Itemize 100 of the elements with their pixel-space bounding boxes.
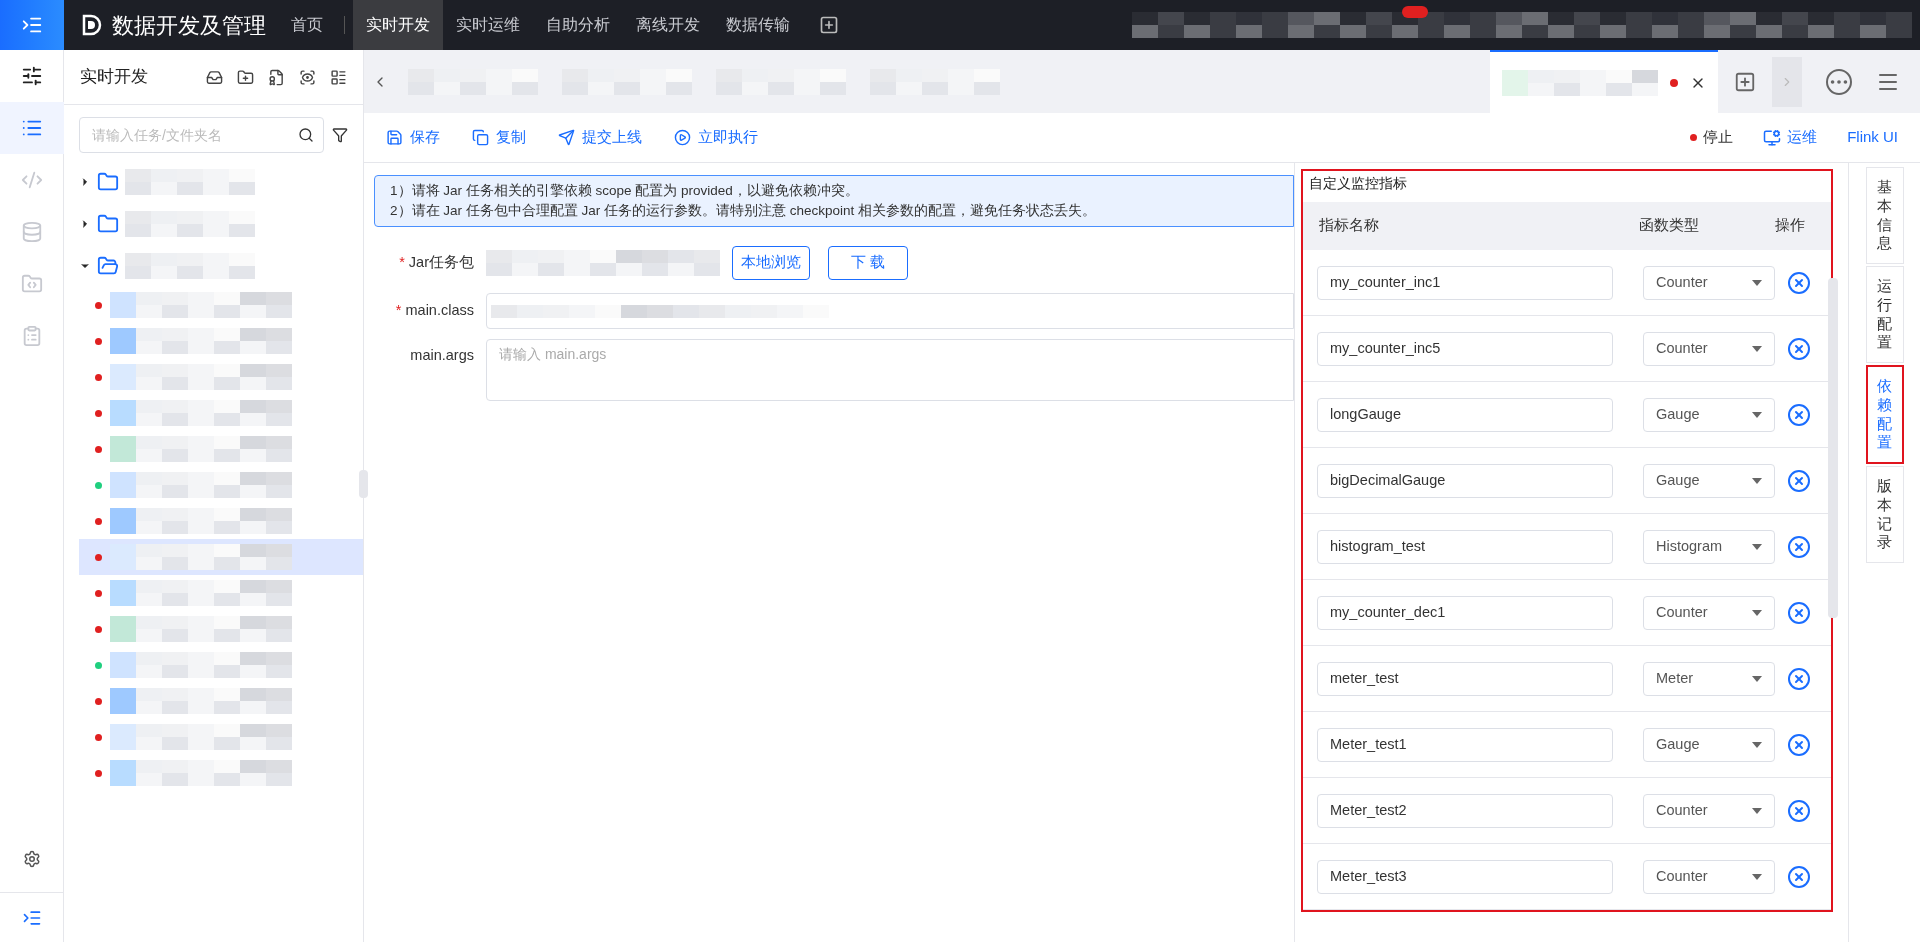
column-header: 操作 bbox=[1775, 216, 1805, 236]
sliders-icon bbox=[20, 65, 43, 87]
toolbar-button[interactable]: 提交上线 bbox=[558, 126, 642, 149]
notification-badge bbox=[1402, 6, 1428, 18]
remove-icon[interactable] bbox=[1787, 864, 1811, 889]
input-field[interactable]: meter_test bbox=[1317, 661, 1613, 696]
side-tab[interactable]: 基本信息 bbox=[1865, 167, 1904, 264]
input-field[interactable]: Meter_test2 bbox=[1317, 793, 1613, 828]
remove-icon[interactable] bbox=[1787, 402, 1811, 427]
logo-icon bbox=[80, 13, 104, 37]
code-icon bbox=[20, 169, 43, 191]
input-field[interactable]: my_counter_inc5 bbox=[1317, 331, 1613, 366]
notice-text: 1）请将 Jar 任务相关的引擎依赖 scope 配置为 provided，以避免依赖冲突。 bbox=[390, 182, 860, 200]
input-field[interactable]: my_counter_dec1 bbox=[1317, 595, 1613, 630]
new-folder-icon[interactable] bbox=[237, 68, 254, 86]
nav-tab[interactable]: 离线开发 bbox=[623, 0, 713, 50]
column-header: 函数类型 bbox=[1639, 216, 1700, 236]
add-tab-icon[interactable] bbox=[1734, 70, 1756, 93]
folder-icon bbox=[97, 171, 119, 193]
more-icon[interactable] bbox=[1826, 68, 1852, 95]
ops-button[interactable]: 运维 bbox=[1763, 126, 1818, 149]
type-select[interactable]: Meter bbox=[1643, 661, 1775, 696]
filter-icon[interactable] bbox=[332, 126, 348, 144]
nav-tab[interactable]: 数据传输 bbox=[713, 0, 803, 50]
panel-title: 自定义监控指标 bbox=[1308, 174, 1408, 193]
caret-icon bbox=[1752, 741, 1762, 748]
search-field[interactable]: 请输入任务/文件夹名 bbox=[79, 117, 324, 153]
caret-icon bbox=[1752, 807, 1762, 814]
input-field[interactable]: histogram_test bbox=[1317, 529, 1613, 564]
toolbar-button[interactable]: 复制 bbox=[472, 126, 526, 149]
toolbar-button[interactable]: 保存 bbox=[386, 126, 440, 149]
caret-icon bbox=[1752, 873, 1762, 880]
remove-icon[interactable] bbox=[1787, 270, 1811, 295]
remove-icon[interactable] bbox=[1787, 336, 1811, 361]
layout-icon[interactable] bbox=[330, 68, 347, 86]
type-select[interactable]: Counter bbox=[1643, 793, 1775, 828]
settings-icon[interactable] bbox=[22, 850, 41, 868]
editor-tab[interactable] bbox=[1490, 50, 1718, 113]
remove-icon[interactable] bbox=[1787, 732, 1811, 757]
locate-icon[interactable] bbox=[299, 68, 316, 86]
type-select[interactable]: Gauge bbox=[1643, 727, 1775, 762]
type-select[interactable]: Gauge bbox=[1643, 397, 1775, 432]
type-select[interactable]: Counter bbox=[1643, 265, 1775, 300]
input-field[interactable]: Meter_test1 bbox=[1317, 727, 1613, 762]
nav-tab[interactable]: 首页 bbox=[278, 0, 336, 50]
scrollbar[interactable] bbox=[1828, 278, 1838, 618]
copy-icon bbox=[472, 129, 489, 146]
input-field[interactable]: Meter_test3 bbox=[1317, 859, 1613, 894]
database-icon bbox=[20, 221, 43, 243]
field-label: * main.class bbox=[395, 301, 474, 321]
search-icon[interactable] bbox=[298, 127, 314, 143]
nav-tab[interactable]: 自助分析 bbox=[533, 0, 623, 50]
remove-icon[interactable] bbox=[1787, 666, 1811, 691]
nav-tab[interactable]: 实时开发 bbox=[353, 0, 443, 50]
remove-icon[interactable] bbox=[1787, 468, 1811, 493]
type-select[interactable]: Counter bbox=[1643, 331, 1775, 366]
input-field[interactable]: bigDecimalGauge bbox=[1317, 463, 1613, 498]
resize-handle[interactable] bbox=[359, 470, 368, 498]
side-tab[interactable]: 依赖配置 bbox=[1865, 365, 1904, 464]
file-icon[interactable] bbox=[268, 68, 285, 86]
monitor-icon bbox=[1763, 128, 1782, 147]
input-field[interactable]: longGauge bbox=[1317, 397, 1613, 432]
code-folder-icon bbox=[20, 273, 43, 295]
input-field[interactable]: my_counter_inc1 bbox=[1317, 265, 1613, 300]
browse-button[interactable]: 本地浏览 bbox=[732, 246, 810, 280]
flink-ui-link[interactable]: Flink UI bbox=[1847, 126, 1898, 149]
type-select[interactable]: Counter bbox=[1643, 595, 1775, 630]
remove-icon[interactable] bbox=[1787, 798, 1811, 823]
caret-icon bbox=[1752, 411, 1762, 418]
column-header: 指标名称 bbox=[1318, 216, 1380, 236]
input-field[interactable]: 请输入 main.args bbox=[486, 339, 1294, 401]
notice-text: 2）请在 Jar 任务包中合理配置 Jar 任务的运行参数。请特别注意 checkpoint 相关参数的配置，避免任务状态丢失。 bbox=[390, 202, 1098, 220]
caret-icon bbox=[1752, 609, 1762, 616]
caret-icon bbox=[1752, 543, 1762, 550]
caret-icon bbox=[1752, 279, 1762, 286]
folder-icon bbox=[97, 213, 119, 235]
remove-icon[interactable] bbox=[1787, 600, 1811, 625]
field-label: * Jar任务包 bbox=[399, 253, 474, 273]
side-tab[interactable]: 版本记录 bbox=[1865, 466, 1904, 563]
type-select[interactable]: Histogram bbox=[1643, 529, 1775, 564]
side-tab[interactable]: 运行配置 bbox=[1865, 266, 1904, 363]
send-icon bbox=[558, 129, 575, 146]
caret-icon bbox=[1752, 477, 1762, 484]
app-title: 数据开发及管理 bbox=[112, 11, 266, 40]
input-field[interactable] bbox=[486, 293, 1294, 329]
folder-icon bbox=[97, 255, 119, 277]
type-select[interactable]: Counter bbox=[1643, 859, 1775, 894]
status-label: 停止 bbox=[1703, 127, 1734, 148]
play-icon bbox=[674, 129, 691, 146]
remove-icon[interactable] bbox=[1787, 534, 1811, 559]
toolbar-button[interactable]: 立即执行 bbox=[674, 126, 758, 149]
field-label: main.args bbox=[410, 346, 474, 365]
add-icon[interactable] bbox=[819, 15, 839, 35]
nav-tab[interactable]: 实时运维 bbox=[443, 0, 533, 50]
save-icon bbox=[386, 129, 403, 146]
download-button[interactable]: 下 载 bbox=[828, 246, 909, 280]
type-select[interactable]: Gauge bbox=[1643, 463, 1775, 498]
import-icon[interactable] bbox=[206, 68, 223, 86]
caret-icon bbox=[1752, 345, 1762, 352]
caret-icon bbox=[1752, 675, 1762, 682]
